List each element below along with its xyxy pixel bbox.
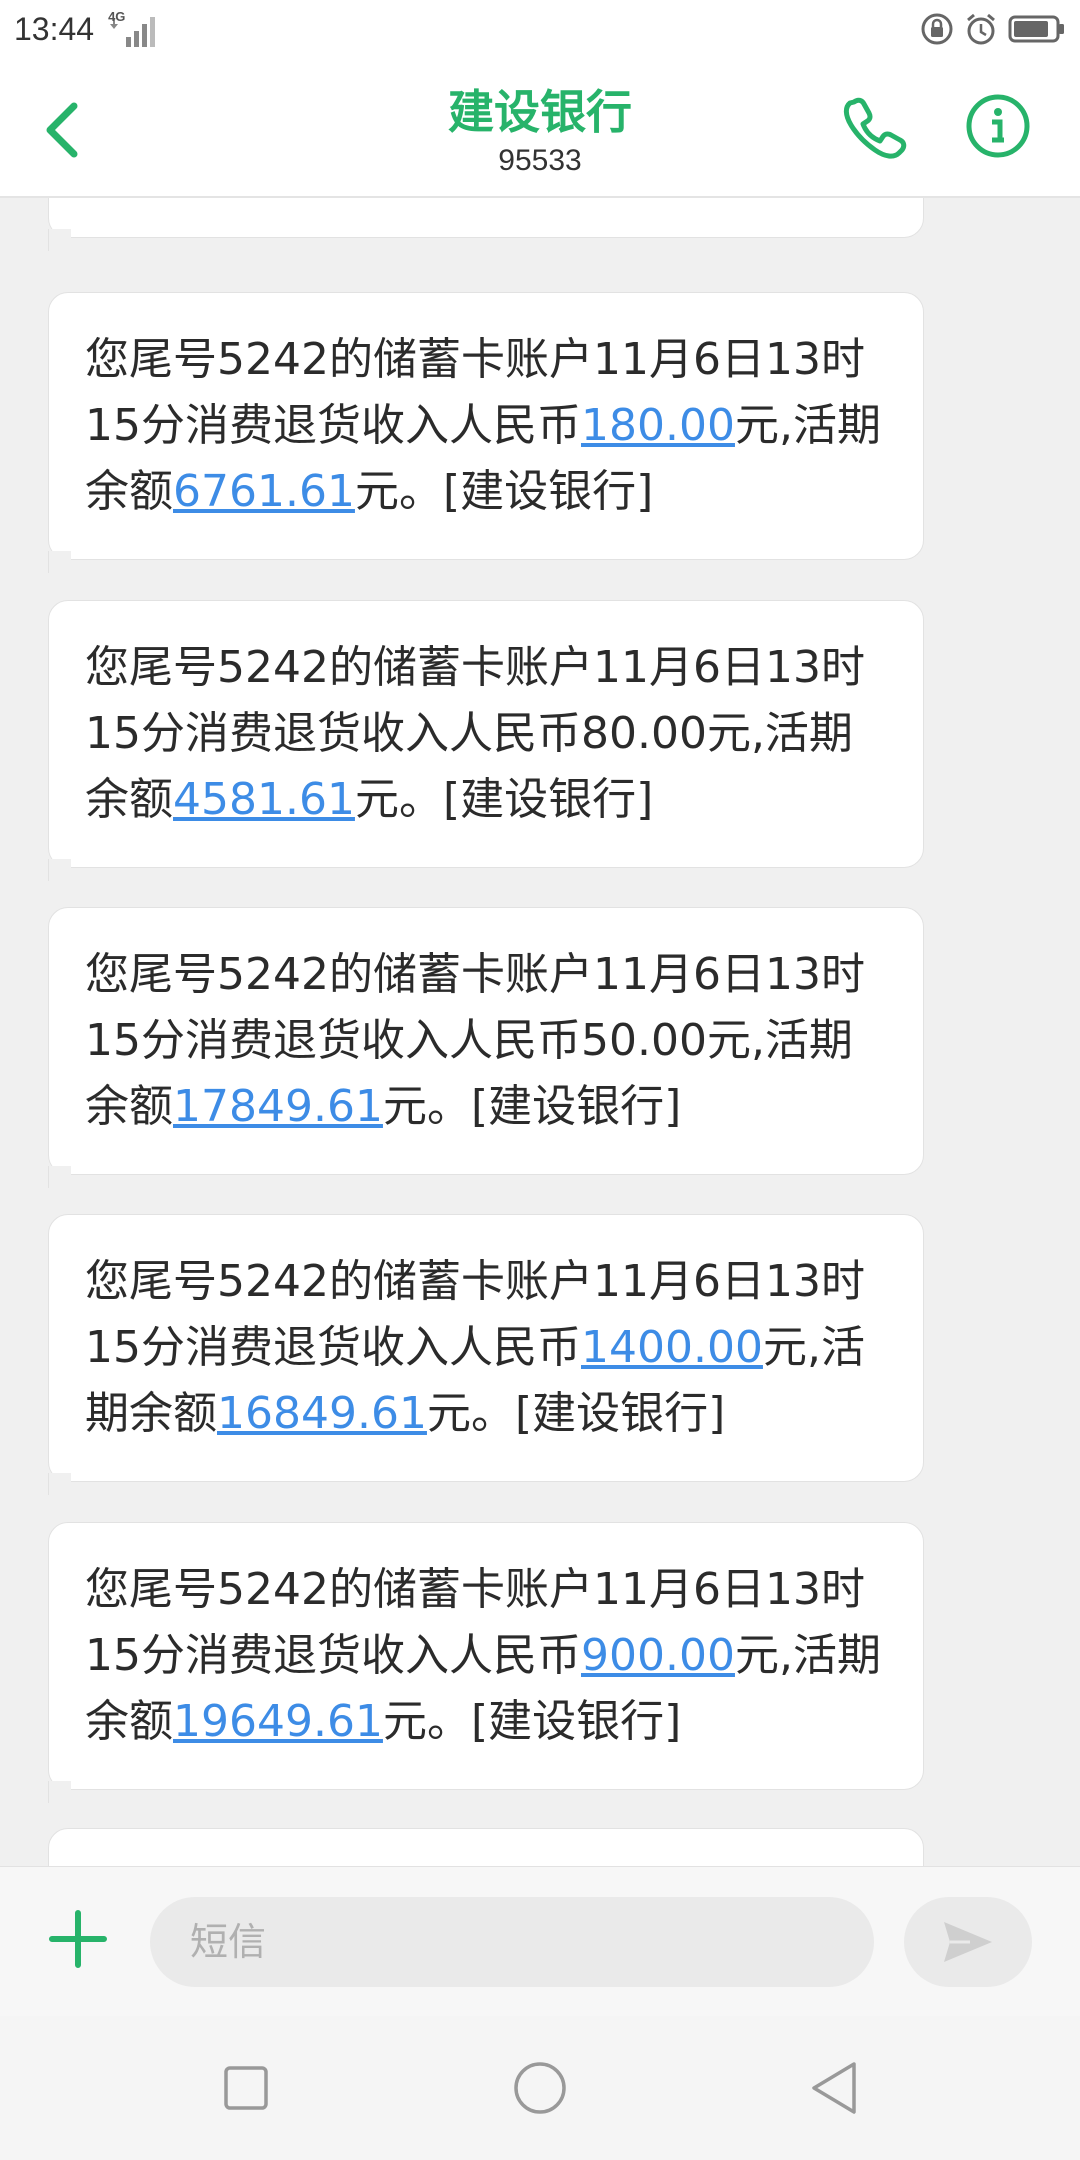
message-bubble[interactable]: 您尾号5242的储蓄卡账户11月6日13时15分消费退货收入人民币50.00元,… [48,907,924,1188]
battery-icon [1008,15,1064,43]
message-bubble[interactable]: 您尾号5242的储蓄卡账户11月6日13时15分消费退货收入人民币900.00元… [48,1522,924,1803]
lock-rotation-icon [921,13,953,45]
message-text-segment: 元。[建设银行] [382,1081,682,1132]
system-nav-bar [0,2016,1080,2160]
message-text: 您尾号5242的储蓄卡账户11月6日13时15分消费退货收入人民币900.00元… [85,1564,881,1747]
amount-link[interactable]: 4581.61 [173,774,355,825]
message-bubble[interactable]: 您尾号5242的储蓄卡账户11月6日13时15分消费退货收入人民币80.00元,… [48,600,924,881]
message-text: 您尾号5242的储蓄卡账户11月6日13时15分消费退货收入人民币80.00元,… [85,642,865,825]
message-list[interactable]: 您尾号5242的储蓄卡账户11月6日13时15分消费退货收入人民币180.00元… [0,198,1080,1866]
message-text-segment: 元。[建设银行] [382,1696,682,1747]
message-composer [0,1866,1080,2016]
circle-icon [514,2062,566,2114]
amount-link[interactable]: 19649.61 [173,1696,383,1747]
message-text: 您尾号5242的储蓄卡账户11月6日13时15分消费退货收入人民币1400.00… [85,1256,865,1439]
phone-icon [843,97,907,159]
square-icon [224,2066,268,2110]
message-text-segment: 元。[建设银行] [354,466,654,517]
plus-icon [49,1910,107,1968]
send-button[interactable] [904,1897,1032,1987]
info-button[interactable] [964,92,1032,160]
amount-link[interactable]: 17849.61 [173,1081,383,1132]
amount-link[interactable]: 1400.00 [581,1322,763,1373]
contact-number: 95533 [498,144,582,177]
message-text-segment: 元。[建设银行] [426,1388,726,1439]
conversation-header: 建设银行 95533 [0,58,1080,198]
amount-link[interactable]: 180.00 [581,400,735,451]
amount-link[interactable]: 6761.61 [173,466,355,517]
contact-name: 建设银行 [448,85,632,139]
message-text-segment: 元。[建设银行] [354,774,654,825]
add-attachment-button[interactable] [46,1907,110,1971]
status-left: 13:44 4G [14,9,162,49]
message-bubble[interactable]: 您尾号5242的储蓄卡账户11月6日13时15分消费退货收入人民币180.00元… [48,292,924,573]
call-button[interactable] [840,92,908,160]
message-bubble[interactable]: 您尾号5242的储蓄卡账户11月6日13时15分消费退货收入人民币1400.00… [48,1214,924,1495]
message-bubble-partial[interactable] [48,1828,924,1866]
send-icon [944,1922,992,1962]
status-bar: 13:44 4G [0,0,1080,58]
message-bubble-partial[interactable] [48,198,924,251]
triangle-back-icon [812,2062,856,2114]
status-right [920,12,1066,46]
alarm-icon [967,13,995,45]
network-type: 4G [108,9,126,24]
status-time: 13:44 [14,10,95,47]
signal-icon: 4G [104,9,162,49]
amount-link[interactable]: 16849.61 [217,1388,427,1439]
nav-back-button[interactable] [798,2052,870,2124]
info-icon [966,94,1030,158]
message-text: 您尾号5242的储蓄卡账户11月6日13时15分消费退货收入人民币50.00元,… [85,949,865,1132]
sms-input[interactable] [150,1897,874,1987]
amount-link[interactable]: 900.00 [581,1630,735,1681]
home-button[interactable] [504,2052,576,2124]
message-text: 您尾号5242的储蓄卡账户11月6日13时15分消费退货收入人民币180.00元… [85,334,881,517]
recents-button[interactable] [210,2052,282,2124]
